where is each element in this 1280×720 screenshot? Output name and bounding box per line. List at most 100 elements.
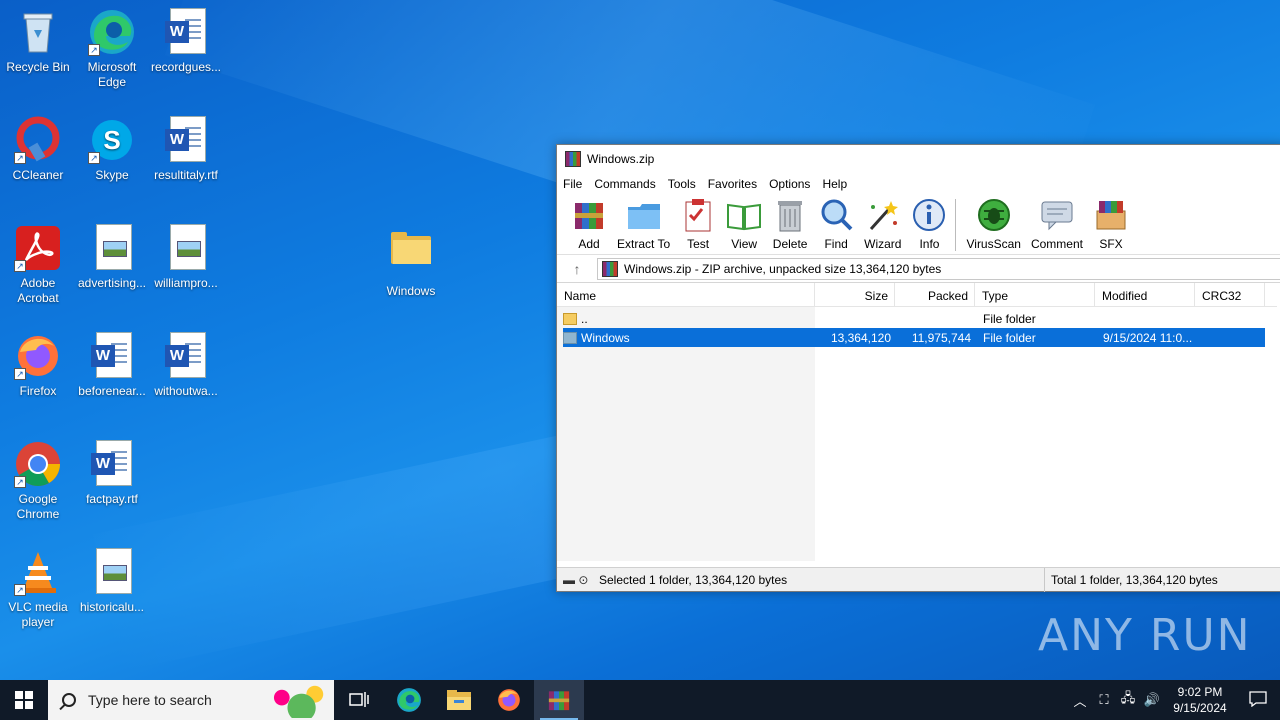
add-icon (571, 197, 607, 233)
book-icon (726, 197, 762, 233)
winrar-icon (548, 691, 570, 711)
test-label: Test (687, 237, 710, 251)
desktop-icon-advertising[interactable]: advertising... (74, 224, 150, 291)
extract-to-label: Extract To (617, 237, 671, 251)
desktop-icon-label: withoutwa... (154, 384, 218, 398)
find-button[interactable]: Find (816, 197, 856, 251)
window-titlebar[interactable]: Windows.zip (557, 145, 1280, 173)
comment-icon (1039, 197, 1075, 233)
menu-help[interactable]: Help (822, 177, 847, 191)
desktop-icon-label: Firefox (19, 384, 57, 398)
search-highlight-icon (262, 684, 328, 718)
desktop-icon-label: VLC media player (8, 600, 68, 629)
taskbar-winrar[interactable] (534, 680, 584, 720)
svg-text:S: S (103, 125, 120, 155)
shortcut-arrow-icon: ↗ (88, 152, 100, 164)
start-button[interactable] (0, 680, 48, 720)
chevron-up-icon[interactable]: ︿ (1068, 691, 1092, 710)
archive-path-field[interactable]: Windows.zip - ZIP archive, unpacked size… (597, 257, 1280, 280)
taskbar-file-explorer[interactable] (434, 680, 484, 720)
desktop-icon-skype[interactable]: S ↗ Skype (74, 116, 150, 183)
menu-options[interactable]: Options (769, 177, 810, 191)
status-selected: Selected 1 folder, 13,364,120 bytes (595, 567, 1045, 592)
file-list[interactable]: Name Size Packed Type Modified CRC32 .. … (557, 283, 1280, 561)
notification-icon[interactable] (1236, 690, 1280, 710)
desktop-icon-resultitaly[interactable]: W resultitaly.rtf (148, 116, 224, 183)
add-button[interactable]: Add (569, 197, 609, 251)
desktop-icon-historicalu[interactable]: historicalu... (74, 548, 150, 615)
table-row-selected[interactable]: Windows 13,364,120 11,975,744 File folde… (563, 328, 1265, 347)
column-header-type[interactable]: Type (975, 283, 1095, 307)
drive-icon[interactable]: ▬ ⊙ (557, 573, 595, 587)
desktop-icon-label: Google Chrome (16, 492, 60, 521)
taskbar-edge[interactable] (384, 680, 434, 720)
menu-file[interactable]: File (563, 177, 582, 191)
desktop-icon-withoutwa[interactable]: W withoutwa... (148, 332, 224, 399)
virusscan-button[interactable]: VirusScan (964, 197, 1022, 251)
winrar-window[interactable]: Windows.zip File Commands Tools Favorite… (556, 144, 1280, 592)
row-size: 13,364,120 (830, 330, 891, 345)
row-name: Windows (581, 330, 630, 345)
desktop-icon-firefox[interactable]: ↗ Firefox (0, 332, 76, 399)
info-button[interactable]: Info (909, 197, 949, 251)
test-button[interactable]: Test (678, 197, 718, 251)
desktop-icon-microsoft-edge[interactable]: ↗ Microsoft Edge (74, 8, 150, 90)
status-bar: ▬ ⊙ Selected 1 folder, 13,364,120 bytes … (557, 567, 1280, 592)
add-label: Add (578, 237, 600, 251)
menu-favorites[interactable]: Favorites (708, 177, 757, 191)
taskbar-search-box[interactable]: Type here to search (48, 680, 334, 720)
desktop-icon-beforenear[interactable]: W beforenear... (74, 332, 150, 399)
column-header-modified[interactable]: Modified (1095, 283, 1195, 307)
chrome-icon: ↗ (14, 440, 62, 488)
task-view-button[interactable] (334, 680, 384, 720)
column-header-name[interactable]: Name (557, 283, 815, 307)
menu-tools[interactable]: Tools (668, 177, 696, 191)
desktop-icon-label: resultitaly.rtf (154, 168, 218, 182)
image-file-icon (88, 224, 136, 272)
column-header-size[interactable]: Size (815, 283, 895, 307)
wizard-label: Wizard (864, 237, 902, 251)
view-button[interactable]: View (724, 197, 764, 251)
sfx-button[interactable]: SFX (1091, 197, 1131, 251)
up-arrow-icon[interactable]: ↑ (557, 261, 597, 277)
desktop-icon-windows-folder[interactable]: Windows (373, 224, 449, 299)
row-type: File folder (983, 311, 1036, 326)
desktop-icon-recordgues[interactable]: W recordgues... (148, 8, 224, 75)
network-icon[interactable]: 🖧 (1116, 689, 1140, 711)
column-header-crc32[interactable]: CRC32 (1195, 283, 1265, 307)
system-tray: ︿ ⛶ 🖧 🔊 9:02 PM 9/15/2024 (1068, 680, 1280, 720)
desktop-icon-factpay[interactable]: W factpay.rtf (74, 440, 150, 507)
desktop-icon-label: Microsoft Edge (87, 60, 137, 89)
desktop-icon-ccleaner[interactable]: ↗ CCleaner (0, 116, 76, 183)
desktop-icon-williampro[interactable]: williampro... (148, 224, 224, 291)
taskbar-clock[interactable]: 9:02 PM 9/15/2024 (1164, 684, 1236, 716)
desktop-icon-label: Skype (95, 168, 129, 182)
file-explorer-icon (447, 690, 471, 710)
shortcut-arrow-icon: ↗ (14, 152, 26, 164)
column-header-packed[interactable]: Packed (895, 283, 975, 307)
desktop-icon-recycle-bin[interactable]: Recycle Bin (0, 8, 76, 75)
extract-to-button[interactable]: Extract To (615, 197, 672, 251)
wizard-button[interactable]: Wizard (862, 197, 903, 251)
comment-button[interactable]: Comment (1029, 197, 1085, 251)
vlc-icon: ↗ (14, 548, 62, 596)
table-row-parent[interactable]: .. File folder (563, 309, 1269, 328)
menu-commands[interactable]: Commands (594, 177, 655, 191)
volume-icon[interactable]: 🔊 (1140, 692, 1164, 708)
comment-label: Comment (1030, 237, 1083, 251)
windows-logo-icon (15, 691, 33, 709)
skype-icon: S ↗ (88, 116, 136, 164)
delete-button[interactable]: Delete (770, 197, 810, 251)
search-icon (62, 693, 76, 707)
desktop-icon-label: williampro... (154, 276, 218, 290)
desktop-icon-label: Recycle Bin (6, 60, 70, 74)
desktop-icon-google-chrome[interactable]: ↗ Google Chrome (0, 440, 76, 522)
device-icon[interactable]: ⛶ (1092, 692, 1116, 708)
desktop-icon-vlc[interactable]: ↗ VLC media player (0, 548, 76, 630)
shortcut-arrow-icon: ↗ (14, 476, 26, 488)
view-label: View (731, 237, 758, 251)
file-list-header: Name Size Packed Type Modified CRC32 (557, 283, 1277, 307)
menu-bar: File Commands Tools Favorites Options He… (557, 173, 1280, 195)
taskbar-firefox[interactable] (484, 680, 534, 720)
desktop-icon-adobe-acrobat[interactable]: ↗ Adobe Acrobat (0, 224, 76, 306)
